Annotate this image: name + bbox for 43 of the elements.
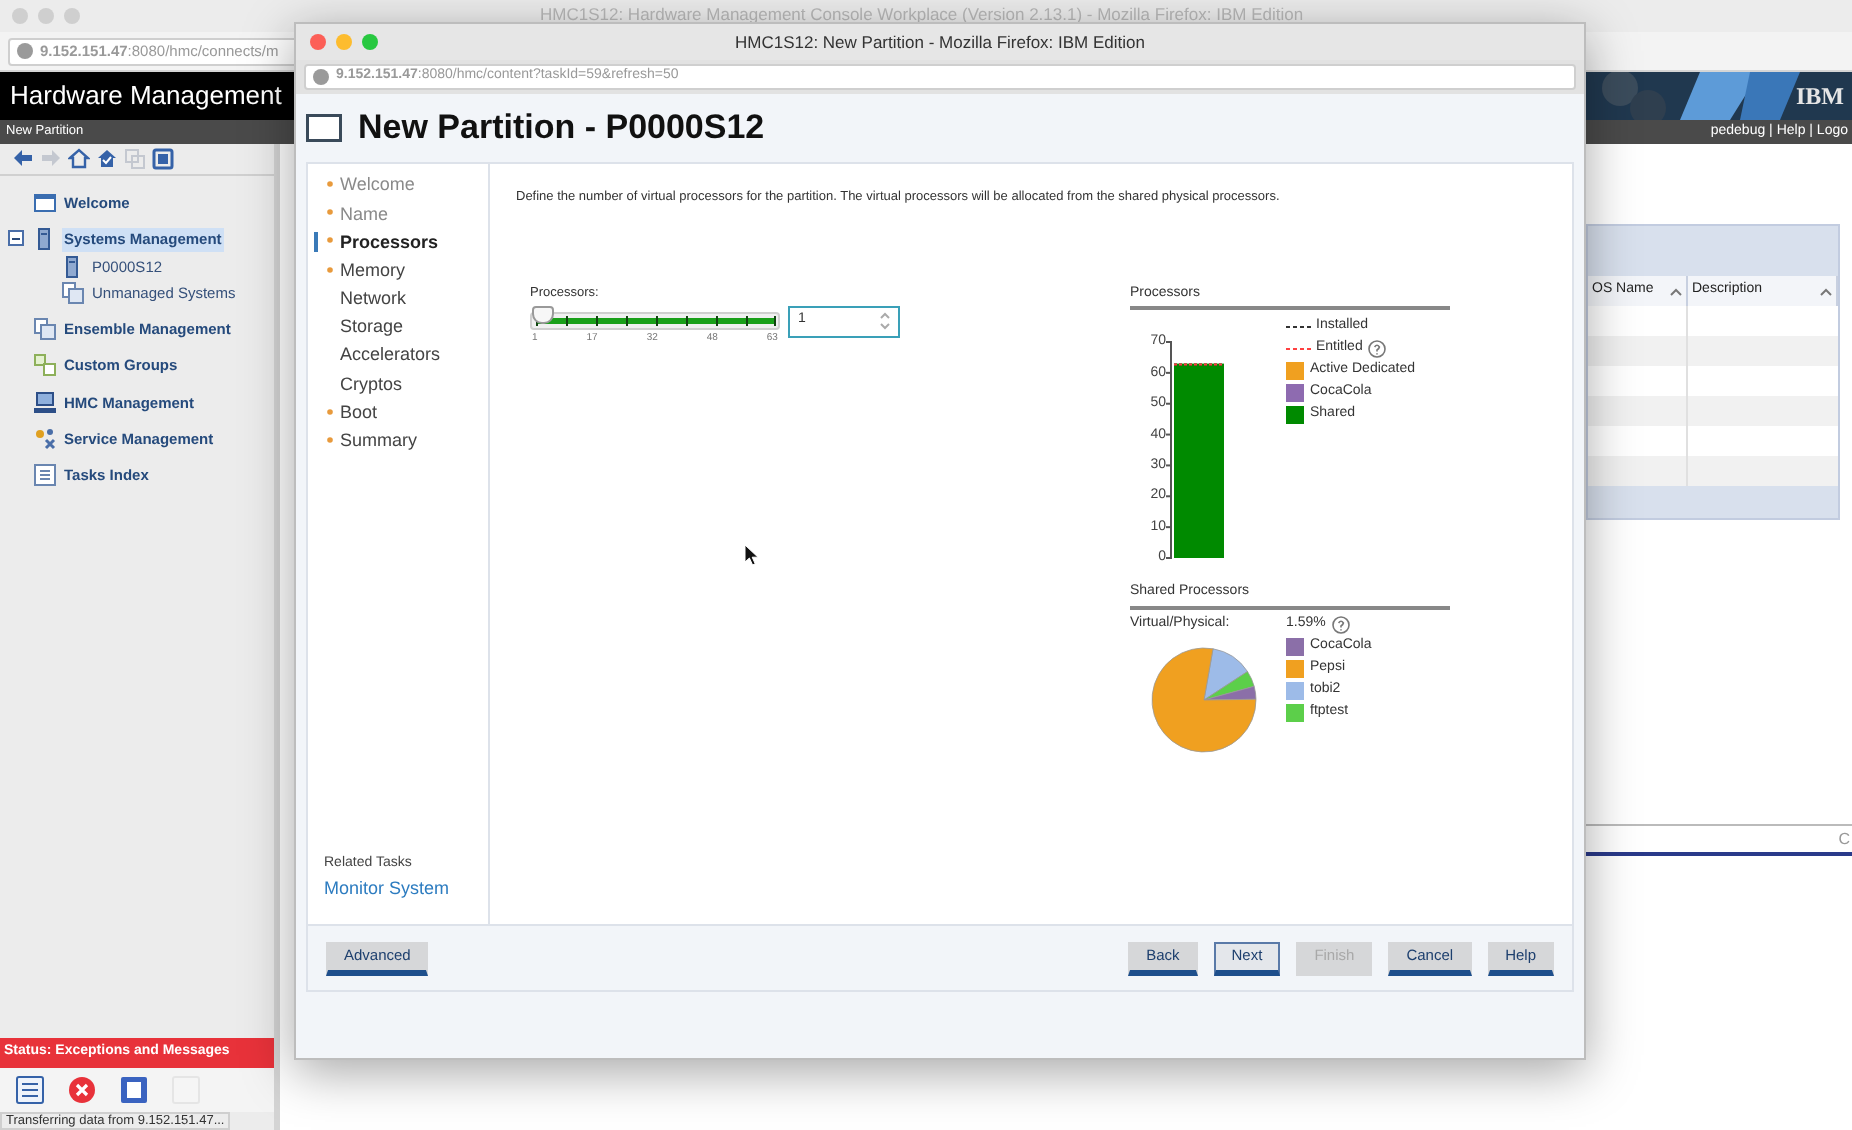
pie-chart-drawing (1150, 646, 1258, 755)
wizard-step[interactable]: Boot (334, 399, 378, 427)
documents-icon (62, 281, 84, 304)
globe-icon (16, 42, 34, 60)
window-icon (34, 192, 56, 215)
list-icon[interactable] (16, 1076, 44, 1104)
error-icon[interactable] (68, 1076, 96, 1104)
monitor-icon (34, 391, 56, 414)
home-check-icon[interactable] (96, 148, 118, 170)
wizard-step[interactable]: Memory (334, 257, 406, 285)
task-link[interactable]: Monitor System (316, 875, 488, 902)
list-icon (34, 464, 56, 487)
spinner-arrows-icon[interactable] (880, 312, 890, 330)
footer-text: C (1838, 828, 1850, 852)
wizard-step[interactable]: Cryptos (334, 371, 403, 399)
globe-icon (312, 68, 330, 86)
window-icon[interactable] (152, 148, 174, 170)
sort-caret-icon[interactable] (1670, 287, 1682, 295)
window-title: HMC1S12: New Partition - Mozilla Firefox: IBM Edition (732, 29, 1147, 55)
help-icon[interactable] (1331, 615, 1350, 633)
documents-icon (34, 318, 56, 341)
tools-icon (34, 427, 56, 450)
sort-caret-icon[interactable] (1820, 287, 1832, 295)
window-icon (306, 114, 342, 142)
wizard-step[interactable]: Network (334, 286, 407, 314)
wizard-step[interactable]: Storage (334, 314, 404, 342)
mouse-pointer-icon (744, 544, 760, 566)
server-icon (62, 255, 84, 278)
app-title: Hardware Management (8, 78, 282, 115)
wizard-step[interactable]: Accelerators (334, 342, 441, 370)
help-icon[interactable] (1368, 339, 1387, 358)
wizard-step[interactable]: Summary (334, 428, 418, 456)
wizard-step[interactable]: Processors (334, 229, 439, 257)
wizard-step[interactable]: Name (334, 201, 389, 229)
slider-thumb[interactable] (532, 305, 554, 323)
groups-icon (34, 354, 56, 377)
back-arrow-icon[interactable] (12, 148, 34, 170)
server-icon (34, 228, 56, 251)
brand-logo: IBM (1796, 80, 1844, 114)
collapse-toggle[interactable] (8, 230, 24, 247)
slider-track[interactable] (530, 311, 780, 329)
dialog-heading: New Partition - P0000S12 (358, 106, 765, 151)
home-icon[interactable] (68, 148, 90, 170)
